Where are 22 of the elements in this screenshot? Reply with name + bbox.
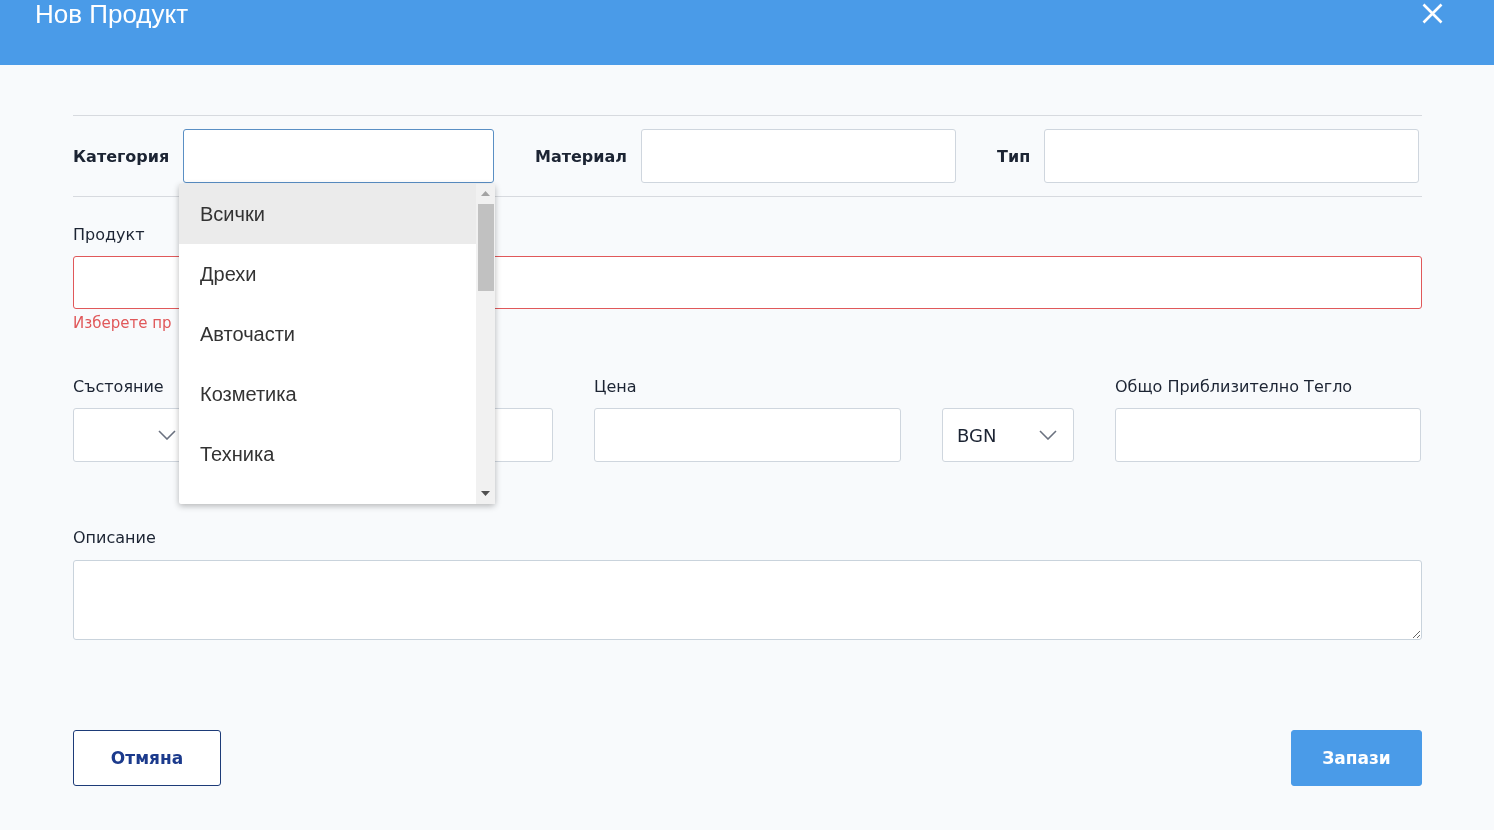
field-label: Продукт (73, 225, 146, 245)
field-label: Тип (997, 146, 1031, 166)
scroll-down-arrow-icon[interactable] (481, 491, 490, 496)
field-label: Категория (73, 146, 170, 166)
dialog-title: Нов Продукт (35, 0, 189, 28)
field-label: Общо Приблизително Тегло (1115, 377, 1354, 397)
field-label: Описание (73, 528, 157, 548)
chevron-down-icon (158, 430, 176, 440)
field-label: Състояние (73, 377, 165, 397)
scrollbar-thumb[interactable] (477, 204, 494, 291)
field-label: Цена (594, 377, 638, 397)
select-field[interactable]: BGN (942, 408, 1074, 462)
error-message: Изберете пр (73, 314, 172, 332)
description-field[interactable] (73, 560, 1422, 640)
scrollbar-track[interactable] (476, 184, 495, 504)
scroll-up-arrow-icon[interactable] (481, 191, 490, 196)
dropdown-option[interactable]: Всички (179, 184, 476, 244)
cancel-button[interactable]: Отмяна (73, 730, 221, 786)
chevron-down-icon (1039, 430, 1057, 440)
input-field[interactable] (183, 129, 494, 183)
close-icon[interactable] (1422, 3, 1443, 24)
field-label: Материал (535, 146, 628, 166)
